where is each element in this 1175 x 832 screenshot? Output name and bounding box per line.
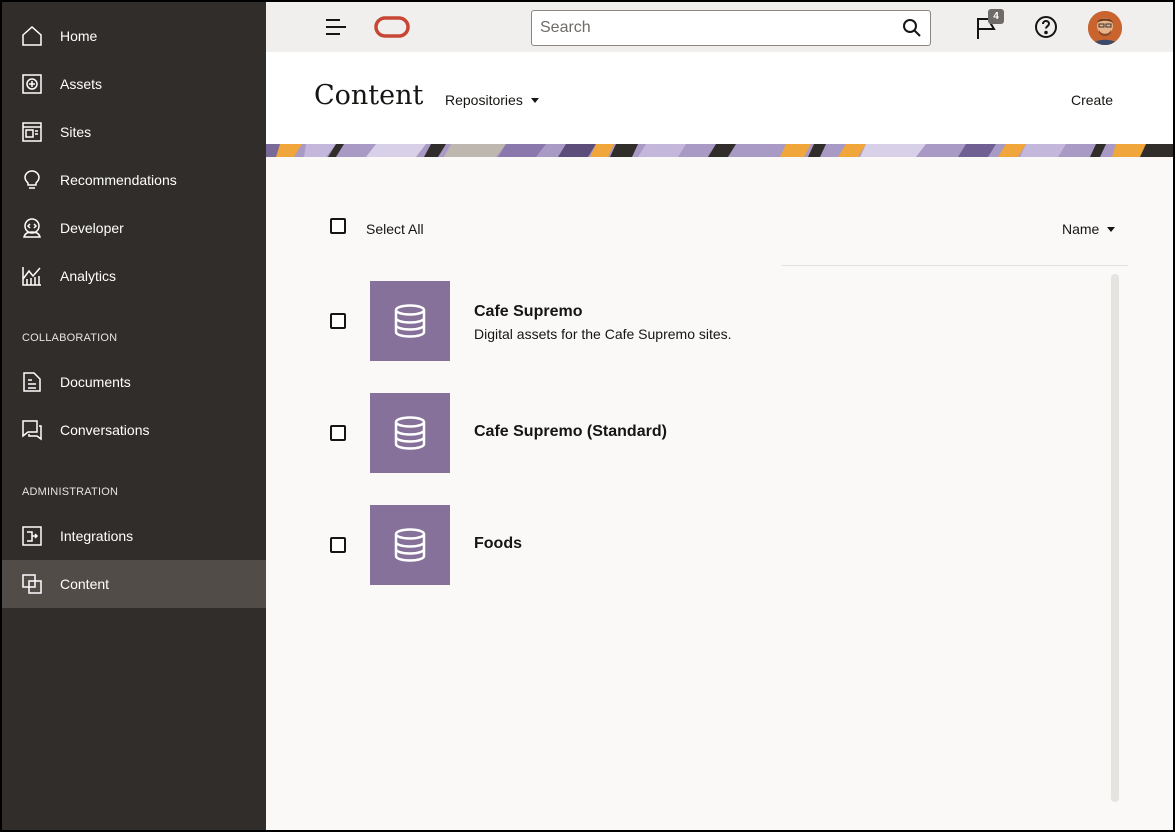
- page-header: Content Repositories Create: [266, 52, 1173, 144]
- sort-dropdown[interactable]: Name: [1062, 221, 1116, 237]
- sidebar-item-label: Home: [60, 28, 98, 44]
- chevron-down-icon: [1107, 226, 1116, 232]
- sidebar-item-recommendations[interactable]: Recommendations: [2, 156, 266, 204]
- notification-badge: 4: [988, 9, 1004, 24]
- developer-icon: [20, 216, 44, 240]
- repository-name[interactable]: Cafe Supremo: [474, 303, 582, 321]
- sidebar-item-label: Assets: [60, 76, 103, 92]
- sidebar-item-home[interactable]: Home: [2, 12, 266, 60]
- topbar: 4: [266, 2, 1173, 52]
- create-button[interactable]: Create: [1071, 92, 1113, 108]
- documents-icon: [20, 370, 44, 394]
- sidebar: Home Assets Sites Recommendations Develo…: [2, 2, 266, 830]
- repository-checkbox[interactable]: [330, 425, 346, 441]
- sidebar-item-label: Content: [60, 576, 110, 592]
- sites-icon: [20, 120, 44, 144]
- home-icon: [20, 24, 44, 48]
- sort-label: Name: [1062, 221, 1100, 237]
- list-divider: [782, 265, 1128, 266]
- search-icon[interactable]: [902, 18, 922, 38]
- repository-description: Digital assets for the Cafe Supremo site…: [474, 326, 732, 342]
- user-avatar[interactable]: [1088, 11, 1122, 45]
- help-icon[interactable]: [1034, 15, 1058, 39]
- assets-icon: [20, 72, 44, 96]
- sidebar-item-content[interactable]: Content: [2, 560, 266, 608]
- sidebar-item-conversations[interactable]: Conversations: [2, 406, 266, 454]
- lightbulb-icon: [20, 168, 44, 192]
- sidebar-item-label: Developer: [60, 220, 124, 236]
- page-title: Content: [314, 80, 424, 111]
- sidebar-item-developer[interactable]: Developer: [2, 204, 266, 252]
- repositories-dropdown[interactable]: Repositories: [445, 92, 539, 108]
- conversations-icon: [20, 418, 44, 442]
- database-icon: [394, 416, 426, 450]
- analytics-icon: [20, 264, 44, 288]
- search-input[interactable]: [540, 11, 890, 45]
- sidebar-item-label: Integrations: [60, 528, 134, 544]
- oracle-logo-icon[interactable]: [374, 16, 410, 38]
- search-box: [531, 10, 931, 46]
- repository-tile[interactable]: [370, 281, 450, 361]
- content-icon: [20, 572, 44, 596]
- repository-checkbox[interactable]: [330, 537, 346, 553]
- administration-section-label: ADMINISTRATION: [22, 486, 119, 498]
- scrollbar[interactable]: [1111, 274, 1119, 802]
- sidebar-item-label: Analytics: [60, 268, 117, 284]
- app-window: Home Assets Sites Recommendations Develo…: [0, 0, 1175, 832]
- repository-checkbox[interactable]: [330, 313, 346, 329]
- sidebar-item-analytics[interactable]: Analytics: [2, 252, 266, 300]
- sidebar-item-label: Conversations: [60, 422, 150, 438]
- sidebar-item-assets[interactable]: Assets: [2, 60, 266, 108]
- repositories-label: Repositories: [445, 92, 523, 108]
- sidebar-item-label: Recommendations: [60, 172, 177, 188]
- database-icon: [394, 528, 426, 562]
- sidebar-item-sites[interactable]: Sites: [2, 108, 266, 156]
- sidebar-item-documents[interactable]: Documents: [2, 358, 266, 406]
- menu-icon[interactable]: [324, 16, 348, 38]
- select-all-label[interactable]: Select All: [366, 221, 424, 237]
- select-all-checkbox[interactable]: [330, 218, 346, 234]
- repository-name[interactable]: Cafe Supremo (Standard): [474, 423, 667, 441]
- sidebar-item-integrations[interactable]: Integrations: [2, 512, 266, 560]
- collaboration-section-label: COLLABORATION: [22, 332, 118, 344]
- integrations-icon: [20, 524, 44, 548]
- sidebar-item-label: Sites: [60, 124, 92, 140]
- repository-tile[interactable]: [370, 505, 450, 585]
- chevron-down-icon: [530, 97, 539, 103]
- repository-name[interactable]: Foods: [474, 535, 522, 553]
- repository-tile[interactable]: [370, 393, 450, 473]
- decorative-banner: [266, 144, 1173, 157]
- database-icon: [394, 304, 426, 338]
- sidebar-item-label: Documents: [60, 374, 131, 390]
